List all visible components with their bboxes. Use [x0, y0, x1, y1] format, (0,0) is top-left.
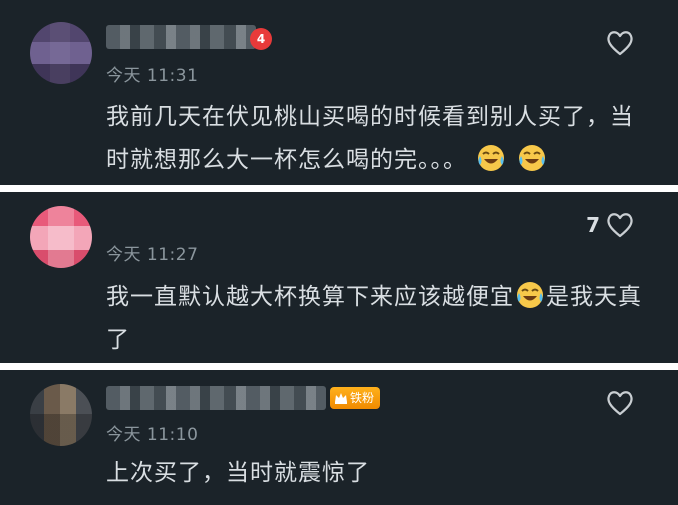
timestamp: 今天 11:31: [106, 66, 199, 86]
laughing-crying-face-icon: [518, 145, 545, 171]
comment-card: 4 今天 11:31 我前几天在伏见桃山买喝的时候看到别人买了，当时就想那么大一…: [0, 0, 678, 185]
laughing-crying-face-icon: [517, 282, 543, 308]
crown-icon: [335, 393, 347, 404]
heart-outline-icon: [607, 31, 633, 56]
fan-badge-label: 铁粉: [350, 391, 375, 405]
like-button[interactable]: 7: [586, 212, 634, 238]
comment-text: 上次买了，当时就震惊了: [106, 452, 646, 495]
fan-badge: 铁粉: [330, 387, 381, 409]
comment-card: 铁粉 今天 11:10 上次买了，当时就震惊了: [0, 370, 678, 505]
comment-text-part: 我前几天在伏见桃山买喝的时候看到别人买了，当时就想那么大一杯怎么喝的完。。。: [106, 104, 634, 173]
timestamp: 今天 11:27: [106, 245, 199, 265]
heart-outline-icon: [607, 391, 633, 416]
username-blurred[interactable]: [106, 25, 256, 49]
like-count: 7: [586, 213, 600, 237]
comment-text: 我一直默认越大杯换算下来应该越便宜 是我天真了: [106, 276, 646, 362]
like-button[interactable]: [600, 390, 634, 416]
comment-text-part: 我一直默认越大杯换算下来应该越便宜: [106, 284, 514, 310]
user-level-badge: 4: [250, 28, 272, 50]
comment-text-part: 上次买了，当时就震惊了: [106, 460, 370, 486]
username-blurred[interactable]: [106, 386, 326, 410]
comment-card: 今天 11:27 我一直默认越大杯换算下来应该越便宜 是我天真了 7: [0, 192, 678, 363]
comment-text: 我前几天在伏见桃山买喝的时候看到别人买了，当时就想那么大一杯怎么喝的完。。。: [106, 96, 646, 182]
avatar[interactable]: [30, 22, 92, 84]
laughing-crying-face-icon: [478, 145, 505, 171]
avatar[interactable]: [30, 384, 92, 446]
like-button[interactable]: [600, 30, 634, 56]
timestamp: 今天 11:10: [106, 425, 199, 445]
avatar[interactable]: [30, 206, 92, 268]
heart-outline-icon: [607, 213, 633, 238]
